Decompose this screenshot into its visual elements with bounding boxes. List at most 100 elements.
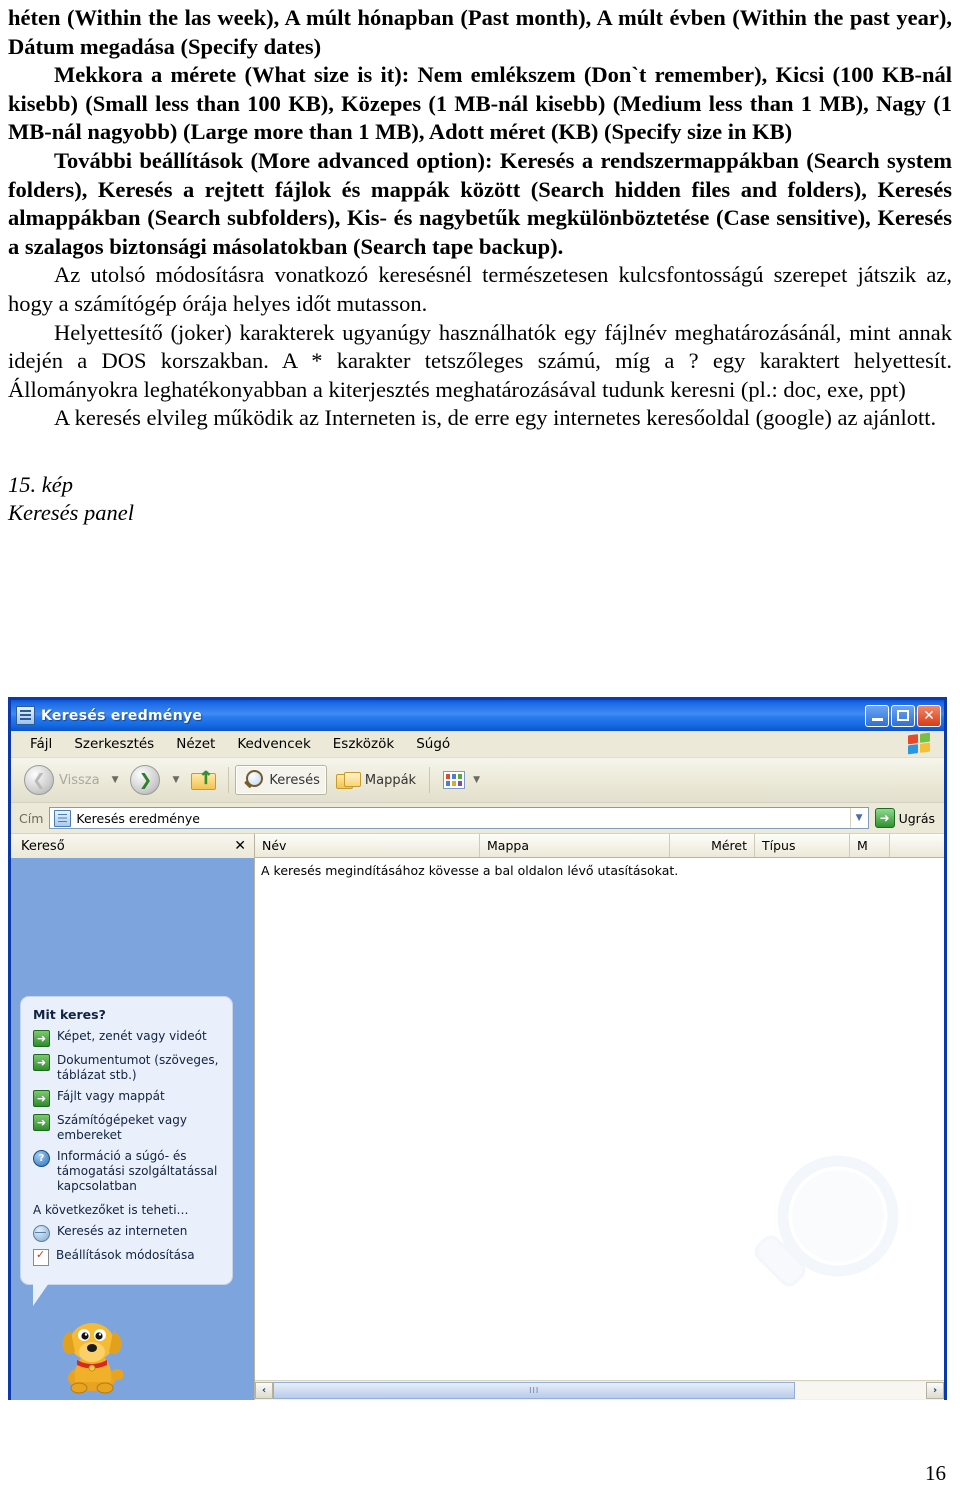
menu-item-edit[interactable]: Szerkesztés — [63, 734, 165, 754]
search-pane-header: Kereső ✕ — [11, 834, 254, 858]
paragraph-6: A keresés elvileg működik az Interneten … — [54, 405, 937, 431]
menu-item-favorites[interactable]: Kedvencek — [226, 734, 321, 754]
close-button[interactable] — [917, 704, 941, 727]
paragraph-2: Mekkora a mérete (What size is it): Nem … — [8, 62, 952, 145]
maximize-button[interactable] — [891, 704, 915, 727]
search-button-label: Keresés — [269, 772, 320, 788]
minimize-button[interactable] — [865, 704, 889, 727]
menubar: Fájl Szerkesztés Nézet Kedvencek Eszközö… — [11, 731, 944, 758]
search-results-window: Keresés eredménye Fájl Szerkesztés Nézet… — [8, 697, 947, 1400]
magnifier-watermark-icon — [754, 1155, 899, 1287]
address-folder-icon — [54, 809, 72, 827]
go-button-label: Ugrás — [898, 810, 935, 826]
search-option-label: Beállítások módosítása — [56, 1248, 195, 1262]
back-button[interactable]: ❮ Vissza — [17, 761, 107, 799]
menu-item-help[interactable]: Súgó — [405, 734, 461, 754]
views-icon — [443, 771, 466, 789]
search-option-computers-people[interactable]: ➜ Számítógépeket vagy embereket — [33, 1113, 222, 1143]
paragraph-3: További beállítások (More advanced optio… — [8, 147, 952, 259]
column-header-folder[interactable]: Mappa — [480, 834, 670, 857]
scroll-right-button[interactable]: › — [926, 1382, 944, 1399]
green-arrow-icon: ➜ — [33, 1114, 50, 1131]
forward-button[interactable]: ❯ — [123, 761, 167, 799]
search-option-label: Számítógépeket vagy embereket — [57, 1113, 187, 1142]
toolbar-separator-2 — [429, 767, 431, 793]
up-one-level-button[interactable] — [184, 766, 222, 794]
search-option-label: Információ a súgó- és támogatási szolgál… — [57, 1149, 218, 1193]
scrollbar-track[interactable]: III — [273, 1382, 926, 1399]
search-button[interactable]: Keresés — [235, 765, 327, 795]
address-input[interactable]: Keresés eredménye ▼ — [49, 807, 869, 829]
help-icon: ? — [33, 1150, 50, 1167]
balloon-title: Mit keres? — [33, 1007, 106, 1022]
toolbar: ❮ Vissza ▼ ❯ ▼ Keresés Mappák ▼ — [11, 758, 944, 803]
column-header-size[interactable]: Méret — [670, 834, 755, 857]
menu-item-view[interactable]: Nézet — [165, 734, 226, 754]
search-pane-body: Mit keres? ➜ Képet, zenét vagy videót ➜ … — [11, 858, 254, 1400]
folders-button-label: Mappák — [364, 772, 417, 788]
scroll-left-button[interactable]: ‹ — [255, 1382, 273, 1399]
column-header-name[interactable]: Név — [255, 834, 480, 857]
search-option-label: Keresés az interneten — [57, 1224, 188, 1238]
figure-caption-number: 15. kép — [8, 471, 73, 497]
search-balloon: Mit keres? ➜ Képet, zenét vagy videót ➜ … — [20, 996, 233, 1306]
results-list-pane: Név Mappa Méret Típus M A keresés megind… — [255, 834, 944, 1400]
results-list-body: A keresés megindításához kövesse a bal o… — [255, 858, 944, 1380]
search-pane-title: Kereső — [21, 838, 65, 854]
folder-up-icon — [191, 768, 217, 790]
address-value: Keresés eredménye — [76, 810, 200, 826]
search-option-label: Fájlt vagy mappát — [57, 1089, 165, 1103]
back-dropdown-caret-icon[interactable]: ▼ — [112, 775, 119, 785]
scrollbar-thumb[interactable]: III — [273, 1382, 796, 1399]
search-option-documents[interactable]: ➜ Dokumentumot (szöveges, táblázat stb.) — [33, 1053, 222, 1083]
paragraph-1: héten (Within the las week), A múlt hóna… — [8, 5, 952, 59]
address-label: Cím — [19, 810, 44, 826]
views-dropdown-caret-icon[interactable]: ▼ — [473, 775, 480, 785]
menu-item-tools[interactable]: Eszközök — [322, 734, 405, 754]
go-arrow-icon: ➜ — [874, 808, 895, 828]
menu-item-file[interactable]: Fájl — [19, 734, 63, 754]
search-pane-close-icon[interactable]: ✕ — [234, 838, 246, 854]
window-body: Kereső ✕ Mit keres? ➜ Képet, zenét vagy … — [11, 834, 944, 1400]
search-option-label: Képet, zenét vagy videót — [57, 1029, 207, 1043]
search-option-help-support[interactable]: ? Információ a súgó- és támogatási szolg… — [33, 1149, 222, 1194]
back-button-label: Vissza — [59, 772, 100, 788]
column-headers: Név Mappa Méret Típus M — [255, 834, 944, 858]
green-arrow-icon: ➜ — [33, 1054, 50, 1071]
search-companion-pane: Kereső ✕ Mit keres? ➜ Képet, zenét vagy … — [11, 834, 255, 1400]
green-arrow-icon: ➜ — [33, 1090, 50, 1107]
window-titlebar: Keresés eredménye — [8, 697, 947, 731]
folders-button[interactable]: Mappák — [329, 766, 423, 794]
page-number: 16 — [925, 1461, 946, 1485]
column-header-modified[interactable]: M — [850, 834, 890, 857]
search-option-files-folders[interactable]: ➜ Fájlt vagy mappát — [33, 1089, 222, 1107]
magnifier-icon — [242, 769, 264, 791]
window-title: Keresés eredménye — [41, 707, 203, 724]
search-option-preferences[interactable]: Beállítások módosítása — [33, 1248, 222, 1266]
horizontal-scrollbar[interactable]: ‹ III › — [255, 1380, 944, 1400]
folders-icon — [335, 770, 361, 790]
balloon-subheading: A következőket is teheti… — [33, 1203, 189, 1217]
views-button[interactable]: ▼ — [436, 767, 490, 793]
address-dropdown-icon[interactable]: ▼ — [849, 808, 868, 828]
forward-dropdown-caret-icon[interactable]: ▼ — [172, 775, 179, 785]
document-text-body: héten (Within the las week), A múlt hóna… — [8, 4, 952, 528]
paragraph-5: Helyettesítő (joker) karakterek ugyanúgy… — [8, 319, 952, 402]
search-results-icon — [16, 706, 35, 725]
globe-icon — [33, 1225, 50, 1242]
green-arrow-icon: ➜ — [33, 1030, 50, 1047]
go-button[interactable]: ➜ Ugrás — [874, 808, 939, 828]
windows-logo-icon — [908, 732, 930, 755]
figure-caption-title: Keresés panel — [8, 500, 135, 526]
settings-doc-icon — [33, 1248, 49, 1266]
empty-results-hint: A keresés megindításához kövesse a bal o… — [261, 863, 679, 878]
search-option-internet[interactable]: Keresés az interneten — [33, 1224, 222, 1242]
address-bar: Cím Keresés eredménye ▼ ➜ Ugrás — [11, 803, 944, 834]
window-controls — [865, 704, 941, 727]
back-arrow-icon: ❮ — [24, 765, 54, 795]
search-option-label: Dokumentumot (szöveges, táblázat stb.) — [57, 1053, 219, 1082]
paragraph-4: Az utolsó módosításra vonatkozó keresésn… — [8, 262, 952, 316]
rover-dog-icon[interactable] — [53, 1308, 131, 1394]
column-header-type[interactable]: Típus — [755, 834, 850, 857]
search-option-pictures[interactable]: ➜ Képet, zenét vagy videót — [33, 1029, 222, 1047]
